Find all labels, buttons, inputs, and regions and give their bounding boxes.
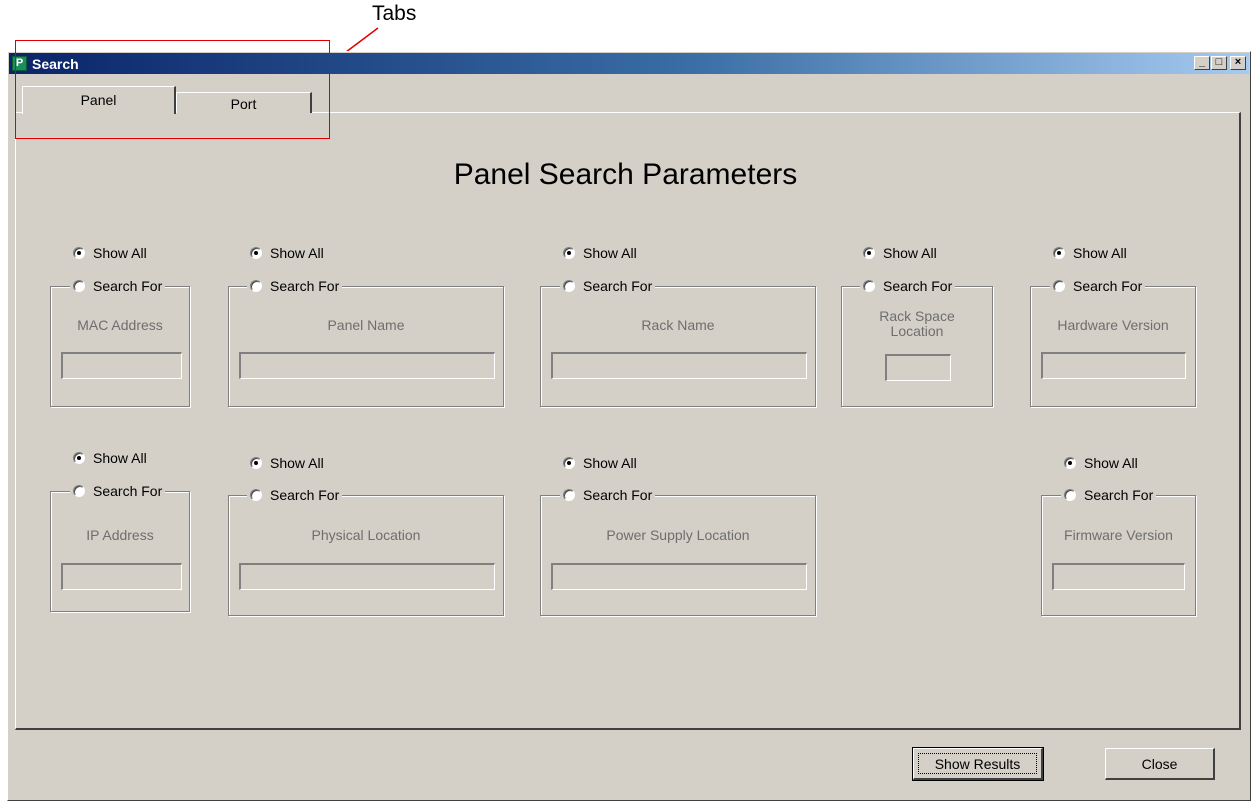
panel-tab-page xyxy=(15,112,1241,730)
physical-location-search-for-radio[interactable]: Search For xyxy=(247,486,343,504)
hardware-show-all-radio[interactable]: Show All xyxy=(1053,244,1127,262)
radio-unchecked-icon xyxy=(863,280,875,292)
ip-show-all-radio[interactable]: Show All xyxy=(73,449,147,467)
physical-location-input[interactable] xyxy=(239,563,495,590)
rack-space-location-input[interactable] xyxy=(885,354,951,381)
physical-location-label: Physical Location xyxy=(311,527,421,543)
radio-checked-icon xyxy=(1064,457,1076,469)
panel-name-show-all-radio[interactable]: Show All xyxy=(250,244,324,262)
rack-name-group xyxy=(540,286,816,407)
rack-space-search-for-radio[interactable]: Search For xyxy=(860,277,956,295)
mac-search-for-radio[interactable]: Search For xyxy=(70,277,166,295)
hardware-version-input[interactable] xyxy=(1041,352,1186,379)
firmware-search-for-radio[interactable]: Search For xyxy=(1061,486,1157,504)
physical-location-show-all-radio[interactable]: Show All xyxy=(250,454,324,472)
radio-checked-icon xyxy=(250,247,262,259)
panel-name-input[interactable] xyxy=(239,352,495,379)
show-results-button[interactable]: Show Results xyxy=(912,747,1044,781)
hardware-version-label: Hardware Version xyxy=(1057,317,1169,333)
radio-checked-icon xyxy=(863,247,875,259)
radio-checked-icon xyxy=(73,452,85,464)
firmware-version-input[interactable] xyxy=(1052,563,1185,590)
ip-address-label: IP Address xyxy=(86,527,154,543)
radio-unchecked-icon xyxy=(563,280,575,292)
window-title: Search xyxy=(32,56,79,72)
close-window-button[interactable]: × xyxy=(1230,56,1246,70)
panel-name-label: Panel Name xyxy=(327,317,405,333)
mac-address-group xyxy=(50,286,190,407)
rack-space-show-all-radio[interactable]: Show All xyxy=(863,244,937,262)
radio-unchecked-icon xyxy=(1064,489,1076,501)
radio-unchecked-icon xyxy=(73,280,85,292)
radio-unchecked-icon xyxy=(1053,280,1065,292)
panel-name-group xyxy=(228,286,504,407)
panel-search-title: Panel Search Parameters xyxy=(453,158,798,191)
minimize-button[interactable]: _ xyxy=(1194,56,1210,70)
firmware-version-label: Firmware Version xyxy=(1064,527,1173,543)
rack-name-label: Rack Name xyxy=(641,317,715,333)
radio-unchecked-icon xyxy=(563,489,575,501)
firmware-version-group xyxy=(1041,495,1196,616)
tab-panel[interactable]: Panel xyxy=(22,86,176,114)
power-supply-location-input[interactable] xyxy=(551,563,807,590)
tab-port[interactable]: Port xyxy=(176,92,312,113)
rack-name-input[interactable] xyxy=(551,352,807,379)
radio-checked-icon xyxy=(250,457,262,469)
physical-location-group xyxy=(228,495,504,616)
mac-address-label: MAC Address xyxy=(77,317,163,333)
panel-name-search-for-radio[interactable]: Search For xyxy=(247,277,343,295)
radio-unchecked-icon xyxy=(250,280,262,292)
firmware-show-all-radio[interactable]: Show All xyxy=(1064,454,1138,472)
tabs-callout-label: Tabs xyxy=(372,2,417,25)
power-supply-location-label: Power Supply Location xyxy=(606,527,750,543)
radio-unchecked-icon xyxy=(250,489,262,501)
radio-checked-icon xyxy=(563,247,575,259)
ip-search-for-radio[interactable]: Search For xyxy=(70,482,166,500)
hardware-search-for-radio[interactable]: Search For xyxy=(1050,277,1146,295)
rack-space-location-label: Rack Space Location xyxy=(879,308,955,339)
power-supply-show-all-radio[interactable]: Show All xyxy=(563,454,637,472)
rack-space-location-group xyxy=(841,286,993,407)
radio-checked-icon xyxy=(1053,247,1065,259)
hardware-version-group xyxy=(1030,286,1196,407)
ip-address-group xyxy=(50,491,190,612)
mac-address-input[interactable] xyxy=(61,352,182,379)
focus-rectangle xyxy=(918,753,1037,774)
power-supply-search-for-radio[interactable]: Search For xyxy=(560,486,656,504)
power-supply-location-group xyxy=(540,495,816,616)
mac-show-all-radio[interactable]: Show All xyxy=(73,244,147,262)
title-bar: P Search _ □ × xyxy=(9,53,1249,74)
app-icon: P xyxy=(12,56,27,71)
rack-name-show-all-radio[interactable]: Show All xyxy=(563,244,637,262)
radio-checked-icon xyxy=(563,457,575,469)
radio-unchecked-icon xyxy=(73,485,85,497)
radio-checked-icon xyxy=(73,247,85,259)
ip-address-input[interactable] xyxy=(61,563,182,590)
rack-name-search-for-radio[interactable]: Search For xyxy=(560,277,656,295)
close-button[interactable]: Close xyxy=(1105,748,1215,780)
maximize-button[interactable]: □ xyxy=(1211,56,1227,70)
